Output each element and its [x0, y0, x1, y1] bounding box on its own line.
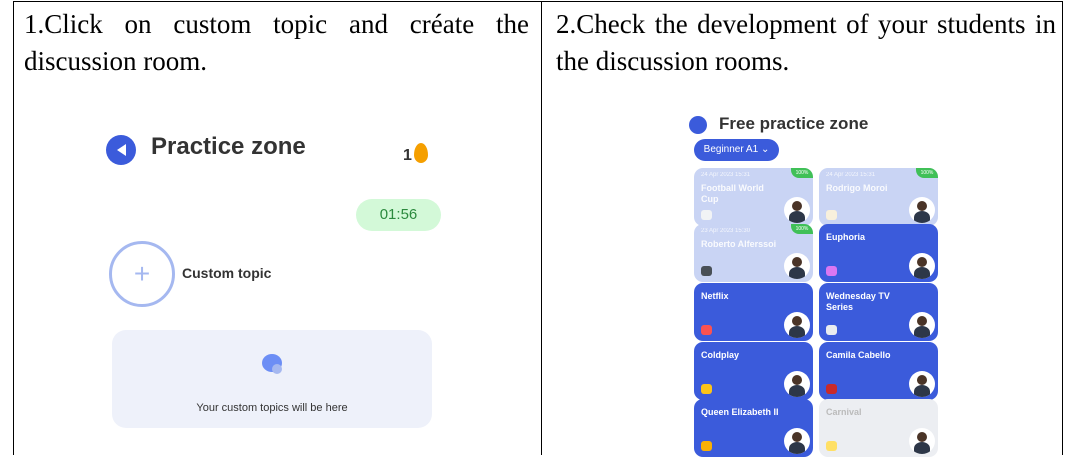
- instruction-table: 1.Click on custom topic and créate the d…: [0, 0, 1075, 457]
- room-date: 24 Apr 2023 15:31: [701, 172, 751, 178]
- free-practice-zone-title: Free practice zone: [719, 114, 869, 133]
- completion-badge: 100%: [916, 168, 938, 178]
- room-card-camila[interactable]: Camila Cabello: [819, 342, 938, 400]
- room-card-carnival[interactable]: Carnival: [819, 399, 938, 457]
- completion-badge: 100%: [791, 224, 813, 234]
- table-right-border: [1062, 1, 1063, 455]
- instruction-step-1: 1.Click on custom topic and créate the d…: [24, 9, 529, 76]
- room-card-euphoria[interactable]: Euphoria: [819, 224, 938, 282]
- free-practice-zone-screenshot: Free practice zone Beginner A1 ⌄ 24 Apr …: [686, 110, 972, 457]
- custom-topic-add-button[interactable]: [109, 241, 175, 307]
- face-icon: [826, 210, 837, 220]
- streak-count: 1: [403, 147, 412, 164]
- student-avatar: [784, 371, 810, 397]
- practice-zone-icon: [106, 135, 136, 165]
- hat-icon: [701, 266, 712, 276]
- student-avatar: [909, 253, 935, 279]
- room-card-coldplay[interactable]: Coldplay: [694, 342, 813, 400]
- party-icon: [826, 441, 837, 451]
- student-avatar: [909, 428, 935, 454]
- student-avatar: [909, 371, 935, 397]
- session-timer: 01:56: [356, 199, 441, 231]
- room-title: Queen Elizabeth II: [701, 407, 779, 417]
- instruction-step-2: 2.Check the development of your students…: [556, 9, 1056, 76]
- lips-icon: [826, 384, 837, 394]
- room-title: Rodrigo Moroi: [826, 183, 888, 193]
- flame-icon: [413, 143, 428, 163]
- completion-badge: 100%: [791, 168, 813, 178]
- room-title: Football World Cup: [701, 183, 764, 204]
- streak-counter: 1: [403, 143, 428, 165]
- room-date: 23 Apr 2023 15:30: [701, 228, 751, 234]
- custom-topics-empty-panel: Your custom topics will be here: [112, 330, 432, 428]
- chat-icon: [262, 354, 282, 374]
- room-title: Euphoria: [826, 232, 866, 242]
- table-left-border: [13, 1, 14, 455]
- student-avatar: [909, 197, 935, 223]
- table-top-border: [13, 1, 1063, 2]
- crown-icon: [701, 441, 712, 451]
- student-avatar: [784, 253, 810, 279]
- room-title: Coldplay: [701, 350, 740, 360]
- skull-icon: [826, 325, 837, 335]
- level-selector[interactable]: Beginner A1 ⌄: [694, 139, 779, 161]
- room-card-wednesday[interactable]: Wednesday TV Series: [819, 283, 938, 341]
- room-title: Carnival: [826, 407, 862, 417]
- room-title: Wednesday TV Series: [826, 291, 890, 312]
- student-avatar: [909, 312, 935, 338]
- eye-icon: [701, 210, 712, 220]
- heart-icon: [826, 266, 837, 276]
- room-card-football[interactable]: 24 Apr 2023 15:31 100% Football World Cu…: [694, 168, 813, 226]
- practice-zone-screenshot: Practice zone 1 01:56 Custom topic Your …: [86, 115, 461, 455]
- student-avatar: [784, 312, 810, 338]
- rock-hand-icon: [701, 384, 712, 394]
- student-avatar: [784, 197, 810, 223]
- custom-topic-label[interactable]: Custom topic: [182, 265, 271, 281]
- room-card-roberto[interactable]: 23 Apr 2023 15:30 100% Roberto Alferssoi: [694, 224, 813, 282]
- room-title: Roberto Alferssoi: [701, 239, 777, 249]
- room-date: 24 Apr 2023 15:31: [826, 172, 876, 178]
- room-title: Camila Cabello: [826, 350, 891, 360]
- popcorn-icon: [701, 325, 712, 335]
- room-title: Netflix: [701, 291, 729, 301]
- custom-topics-empty-text: Your custom topics will be here: [196, 402, 348, 414]
- room-card-queen[interactable]: Queen Elizabeth II: [694, 399, 813, 457]
- room-card-rodrigo[interactable]: 24 Apr 2023 15:31 100% Rodrigo Moroi: [819, 168, 938, 226]
- free-practice-zone-icon: [689, 116, 707, 134]
- student-avatar: [784, 428, 810, 454]
- room-card-netflix[interactable]: Netflix: [694, 283, 813, 341]
- practice-zone-title: Practice zone: [151, 133, 306, 160]
- table-column-divider: [541, 1, 542, 455]
